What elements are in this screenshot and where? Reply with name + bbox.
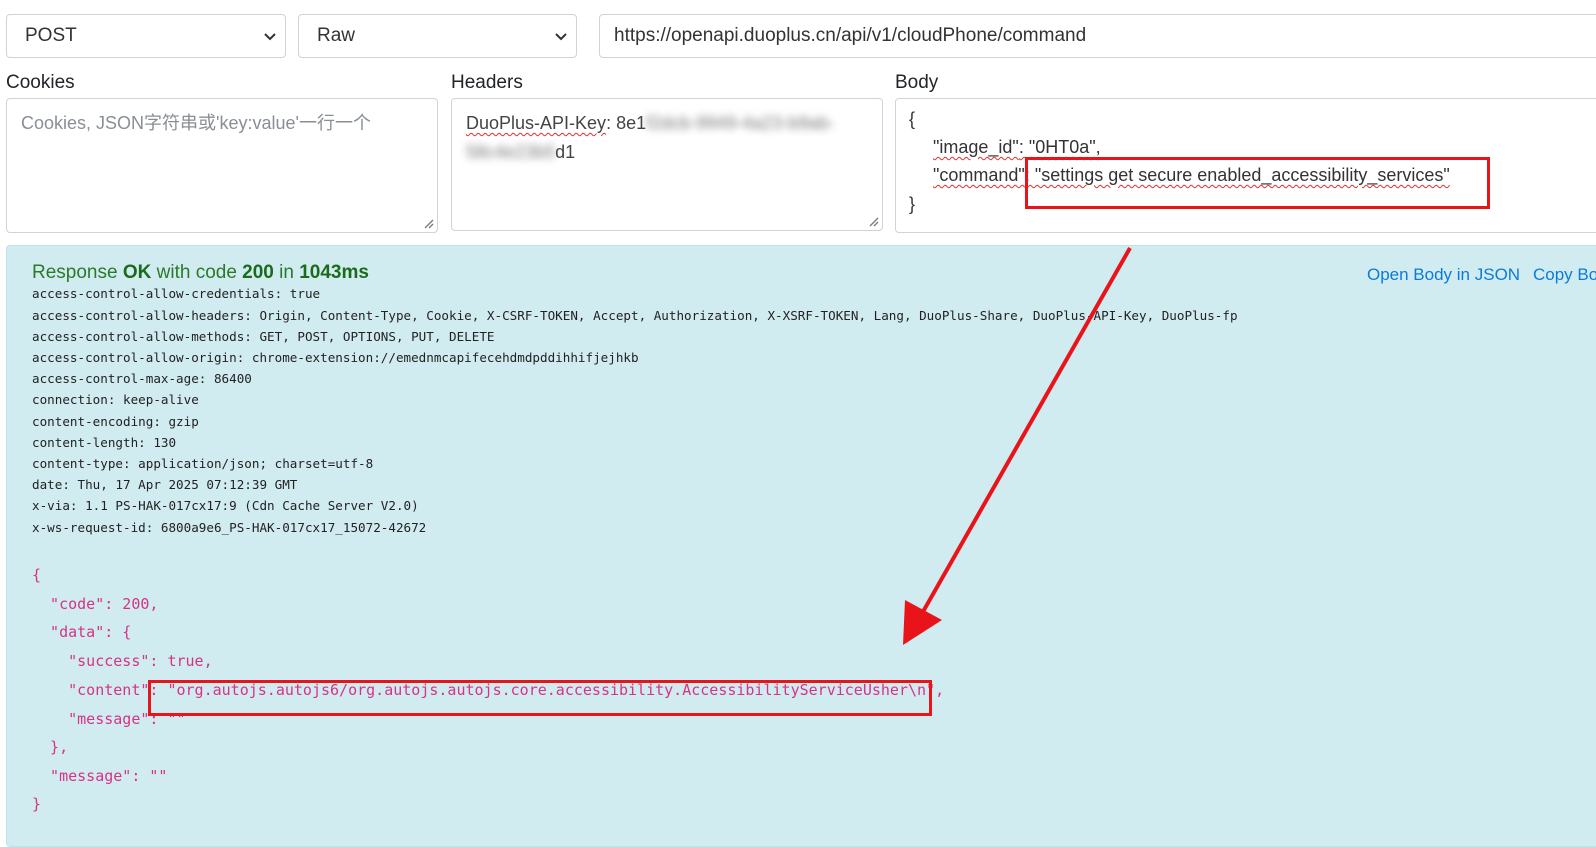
response-status: Response OK with code 200 in 1043ms (32, 262, 369, 283)
header-value-redacted-2: 58c4e23b5 (466, 142, 556, 162)
response-json-line: "message": "" (32, 767, 168, 785)
body-label: Body (895, 72, 939, 93)
response-json-line: } (32, 795, 42, 813)
response-json-line: "data": { (32, 623, 132, 641)
response-json-line: "content": "org.autojs.autojs6/org.autoj… (32, 681, 945, 699)
response-header-line: connection: keep-alive (32, 392, 199, 407)
response-header-line: content-type: application/json; charset=… (32, 456, 374, 471)
response-time: 1043ms (299, 262, 369, 283)
response-header-line: content-length: 130 (32, 435, 177, 450)
method-select[interactable]: POST (6, 14, 286, 58)
body-command-value: : "settings get secure enabled_accessibi… (1024, 165, 1450, 185)
cookies-textarea[interactable]: Cookies, JSON字符串或'key:value'一行一个 (6, 98, 438, 233)
open-body-json-link[interactable]: Open Body in JSON (1367, 265, 1520, 285)
url-input[interactable]: https://openapi.duoplus.cn/api/v1/cloudP… (599, 14, 1596, 58)
response-header-line: access-control-allow-origin: chrome-exte… (32, 350, 639, 365)
header-value-redacted: f2dcb-9949-4a23-b9ab- (646, 113, 835, 133)
resize-handle-icon[interactable] (867, 215, 879, 227)
header-value-prefix: : 8e1 (606, 113, 647, 133)
response-header-line: x-ws-request-id: 6800a9e6_PS-HAK-017cx17… (32, 520, 427, 535)
url-value: https://openapi.duoplus.cn/api/v1/cloudP… (614, 25, 1087, 46)
resize-handle-icon[interactable] (422, 217, 434, 229)
headers-textarea[interactable]: DuoPlus-API-Key: 8e1f2dcb-9949-4a23-b9ab… (451, 98, 883, 231)
header-key: DuoPlus-API-Key (466, 113, 607, 133)
response-header-line: access-control-max-age: 86400 (32, 371, 252, 386)
body-command-line: "command": "settings get secure enabled_… (933, 165, 1450, 186)
body-image-id-key: "image_id" (933, 137, 1019, 157)
cookies-placeholder: Cookies, JSON字符串或'key:value'一行一个 (21, 113, 371, 133)
body-type-value: Raw (317, 25, 356, 46)
headers-label: Headers (451, 72, 523, 93)
response-json-line: "message": "" (32, 710, 186, 728)
method-value: POST (25, 25, 77, 46)
cookies-label: Cookies (6, 72, 75, 93)
response-header-line: access-control-allow-headers: Origin, Co… (32, 308, 1238, 323)
chevron-down-icon (555, 33, 567, 41)
chevron-down-icon (264, 33, 276, 41)
status-word: OK (122, 262, 152, 283)
body-image-id-value: : "0HT0a", (1018, 137, 1101, 157)
response-json-line: }, (32, 738, 69, 756)
headers-content: DuoPlus-API-Key: 8e1f2dcb-9949-4a23-b9ab… (452, 99, 882, 177)
response-header-line: access-control-allow-credentials: true (32, 286, 321, 301)
status-code: 200 (242, 262, 274, 283)
response-header-line: access-control-allow-methods: GET, POST,… (32, 329, 495, 344)
response-header-line: content-encoding: gzip (32, 414, 199, 429)
body-type-select[interactable]: Raw (298, 14, 577, 58)
response-header-line: x-via: 1.1 PS-HAK-017cx17:9 (Cdn Cache S… (32, 498, 419, 513)
body-open-brace: { (909, 109, 916, 129)
body-image-id-line: "image_id": "0HT0a", (933, 137, 1101, 158)
copy-body-link[interactable]: Copy Body (1533, 265, 1596, 285)
response-panel: Response OK with code 200 in 1043ms Open… (6, 245, 1596, 847)
response-json-line: { (32, 566, 42, 584)
response-json-line: "code": 200, (32, 595, 159, 613)
response-json-line: "success": true, (32, 652, 213, 670)
body-close-brace: } (909, 194, 916, 214)
header-value-suffix: d1 (555, 142, 576, 162)
response-header-line: date: Thu, 17 Apr 2025 07:12:39 GMT (32, 477, 298, 492)
body-command-key: "command" (933, 165, 1025, 185)
body-textarea[interactable]: { "image_id": "0HT0a", "command": "setti… (895, 98, 1596, 233)
